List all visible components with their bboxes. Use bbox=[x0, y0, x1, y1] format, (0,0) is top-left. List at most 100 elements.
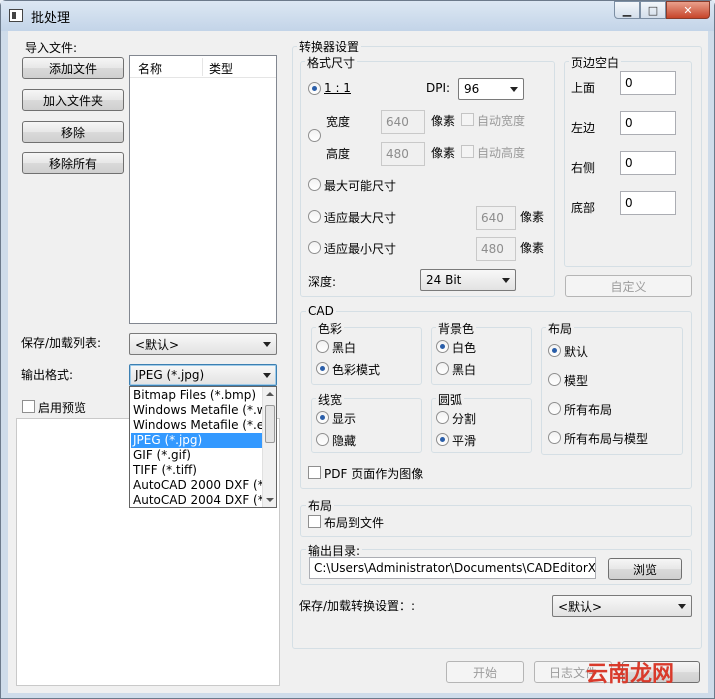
color-bw-radio[interactable] bbox=[316, 340, 329, 353]
pdf-as-image-label: PDF 页面作为图像 bbox=[324, 467, 424, 481]
dropdown-option[interactable]: Windows Metafile (*.wmf) bbox=[131, 403, 262, 418]
height-label: 高度 bbox=[326, 147, 351, 161]
dropdown-option-selected[interactable]: JPEG (*.jpg) bbox=[131, 433, 262, 448]
save-load-list-label: 保存/加载列表: bbox=[21, 336, 102, 350]
minimize-button[interactable]: ▁ bbox=[614, 1, 640, 19]
margin-left-field[interactable]: 0 bbox=[620, 111, 676, 135]
converter-settings-title: 转换器设置 bbox=[297, 38, 362, 55]
save-load-settings-select[interactable]: <默认> bbox=[552, 595, 692, 617]
lineweight-hide-radio[interactable] bbox=[316, 433, 329, 446]
custom-button[interactable]: 自定义 bbox=[565, 275, 692, 297]
chevron-down-icon bbox=[678, 604, 686, 609]
arc-smooth-radio[interactable] bbox=[436, 433, 449, 446]
dropdown-option[interactable]: Bitmap Files (*.bmp) bbox=[131, 388, 262, 403]
ratio-1-1-label: 1 : 1 bbox=[324, 81, 351, 95]
scroll-down-icon[interactable] bbox=[266, 498, 274, 502]
ratio-1-1-radio[interactable] bbox=[308, 82, 321, 95]
layout-model-label: 模型 bbox=[564, 374, 589, 388]
save-load-list-value: <默认> bbox=[135, 337, 180, 352]
app-icon bbox=[9, 9, 23, 22]
client-area: 导入文件: 添加文件 加入文件夹 移除 移除所有 名称 类型 保存/加载列表: … bbox=[8, 31, 708, 693]
dpi-select[interactable]: 96 bbox=[458, 78, 524, 100]
dropdown-scrollbar[interactable] bbox=[262, 387, 276, 507]
auto-width-checkbox[interactable] bbox=[461, 113, 474, 126]
fit-min-pixel-label: 像素 bbox=[520, 241, 545, 255]
watermark-logo: 云南龙网 bbox=[586, 661, 675, 687]
depth-select[interactable]: 24 Bit bbox=[420, 269, 516, 291]
depth-label: 深度: bbox=[308, 275, 337, 289]
add-file-button[interactable]: 添加文件 bbox=[22, 57, 124, 79]
layout-default-label: 默认 bbox=[564, 345, 589, 359]
enable-preview-checkbox[interactable] bbox=[22, 400, 35, 413]
remove-all-button[interactable]: 移除所有 bbox=[22, 152, 124, 174]
color-mode-radio[interactable] bbox=[316, 362, 329, 375]
start-button[interactable]: 开始 bbox=[446, 661, 524, 683]
lineweight-hide-label: 隐藏 bbox=[332, 434, 357, 448]
output-format-select[interactable]: JPEG (*.jpg) bbox=[129, 364, 277, 386]
margin-bottom-field[interactable]: 0 bbox=[620, 191, 676, 215]
chevron-down-icon bbox=[510, 87, 518, 92]
batch-window: 批处理 ▁ □ ✕ 导入文件: 添加文件 加入文件夹 移除 移除所有 名称 类型… bbox=[0, 0, 715, 699]
dropdown-option[interactable]: AutoCAD 2000 DXF (*.dxf) bbox=[131, 478, 262, 493]
margin-right-field[interactable]: 0 bbox=[620, 151, 676, 175]
width-pixel-label: 像素 bbox=[431, 114, 456, 128]
layout-all-model-label: 所有布局与模型 bbox=[564, 432, 649, 446]
file-list-header: 名称 类型 bbox=[130, 56, 276, 78]
background-black-radio[interactable] bbox=[436, 362, 449, 375]
format-size-title: 格式尺寸 bbox=[305, 54, 358, 71]
scroll-up-icon[interactable] bbox=[266, 392, 274, 396]
save-load-list-select[interactable]: <默认> bbox=[129, 333, 277, 355]
margins-title: 页边空白 bbox=[569, 54, 622, 71]
arc-title: 圆弧 bbox=[436, 391, 465, 408]
layout-all-model-radio[interactable] bbox=[548, 431, 561, 444]
dropdown-option[interactable]: Windows Metafile (*.emf) bbox=[131, 418, 262, 433]
margin-left-label: 左边 bbox=[571, 121, 596, 135]
fit-max-field[interactable]: 640 bbox=[476, 206, 516, 230]
layout-all-radio[interactable] bbox=[548, 402, 561, 415]
margin-right-label: 右侧 bbox=[571, 161, 596, 175]
save-load-settings-value: <默认> bbox=[558, 599, 603, 614]
dropdown-option[interactable]: GIF (*.gif) bbox=[131, 448, 262, 463]
remove-button[interactable]: 移除 bbox=[22, 121, 124, 143]
file-list[interactable]: 名称 类型 bbox=[129, 55, 277, 324]
width-field[interactable]: 640 bbox=[381, 110, 425, 134]
fit-min-label: 适应最小尺寸 bbox=[324, 242, 397, 256]
layout-default-radio[interactable] bbox=[548, 344, 561, 357]
custom-size-radio[interactable] bbox=[308, 129, 321, 142]
layout-to-file-checkbox[interactable] bbox=[308, 515, 321, 528]
output-format-label: 输出格式: bbox=[21, 368, 74, 382]
pdf-as-image-checkbox[interactable] bbox=[308, 466, 321, 479]
margin-top-field[interactable]: 0 bbox=[620, 71, 676, 95]
browse-button[interactable]: 浏览 bbox=[608, 558, 682, 580]
scroll-thumb[interactable] bbox=[265, 405, 275, 443]
save-load-settings-label: 保存/加载转换设置：: bbox=[299, 599, 416, 613]
arc-smooth-label: 平滑 bbox=[452, 434, 477, 448]
max-possible-radio[interactable] bbox=[308, 178, 321, 191]
arc-split-radio[interactable] bbox=[436, 411, 449, 424]
add-folder-button[interactable]: 加入文件夹 bbox=[22, 89, 124, 111]
window-title: 批处理 bbox=[31, 11, 71, 26]
output-format-dropdown[interactable]: Bitmap Files (*.bmp) Windows Metafile (*… bbox=[129, 386, 277, 508]
height-field[interactable]: 480 bbox=[381, 142, 425, 166]
fit-min-radio[interactable] bbox=[308, 241, 321, 254]
auto-height-checkbox[interactable] bbox=[461, 145, 474, 158]
dropdown-option[interactable]: AutoCAD 2004 DXF (*.dxf) bbox=[131, 493, 262, 507]
dropdown-option[interactable]: TIFF (*.tiff) bbox=[131, 463, 262, 478]
color-mode-label: 色彩模式 bbox=[332, 363, 381, 377]
fit-max-radio[interactable] bbox=[308, 210, 321, 223]
maximize-button[interactable]: □ bbox=[640, 1, 666, 19]
column-header-type[interactable]: 类型 bbox=[209, 60, 233, 77]
fit-max-pixel-label: 像素 bbox=[520, 210, 545, 224]
arc-split-label: 分割 bbox=[452, 412, 477, 426]
fit-min-field[interactable]: 480 bbox=[476, 237, 516, 261]
chevron-down-icon bbox=[263, 373, 271, 378]
column-header-name[interactable]: 名称 bbox=[138, 60, 162, 77]
lineweight-show-radio[interactable] bbox=[316, 411, 329, 424]
fit-max-label: 适应最大尺寸 bbox=[324, 211, 397, 225]
layout-file-title: 布局 bbox=[306, 497, 335, 514]
close-button[interactable]: ✕ bbox=[666, 1, 710, 19]
layout-model-radio[interactable] bbox=[548, 373, 561, 386]
title-bar: 批处理 ▁ □ ✕ bbox=[1, 1, 714, 31]
background-white-radio[interactable] bbox=[436, 340, 449, 353]
output-dir-field[interactable]: C:\Users\Administrator\Documents\CADEdit… bbox=[309, 557, 596, 579]
